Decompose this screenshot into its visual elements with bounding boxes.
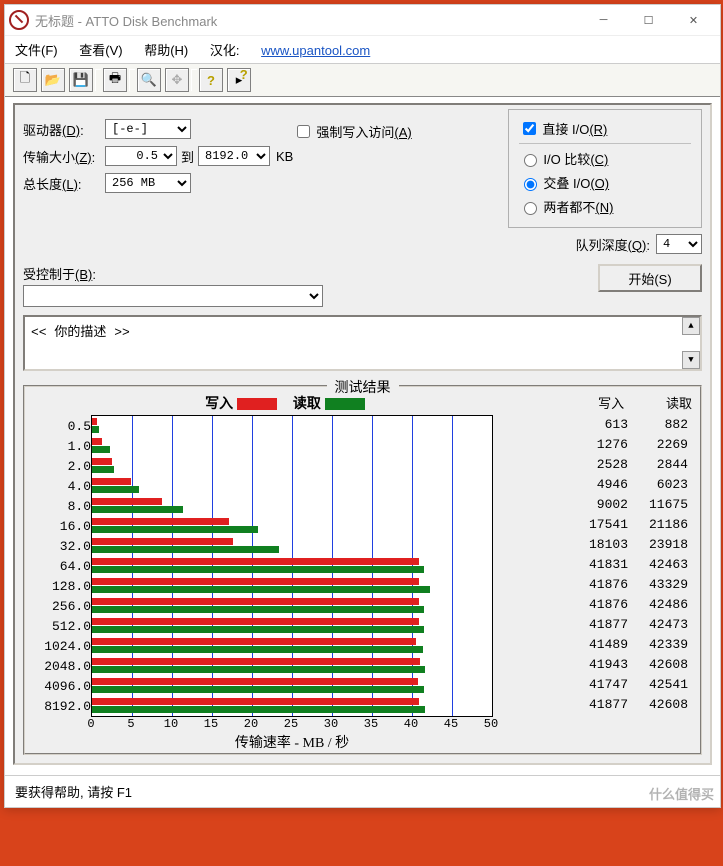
- menu-view[interactable]: 查看(V): [79, 43, 122, 58]
- menubar: 文件(F) 查看(V) 帮助(H) 汉化: www.upantool.com: [5, 36, 720, 63]
- table-row: [92, 576, 492, 596]
- chart-legend: 写入 读取: [87, 393, 487, 415]
- table-row: [92, 536, 492, 556]
- minimize-button[interactable]: ─: [581, 6, 626, 34]
- table-row: [92, 476, 492, 496]
- label-queue-depth: 队列深度(Q):: [576, 235, 650, 254]
- preview-icon[interactable]: 🔍: [137, 68, 161, 92]
- label-drive: 驱动器(D):: [23, 120, 105, 139]
- y-axis-labels: 0.51.02.04.08.016.032.064.0128.0256.0512…: [29, 415, 91, 747]
- queue-depth-select[interactable]: 4: [656, 234, 702, 254]
- label-hanhua: 汉化:: [210, 43, 240, 58]
- label-xfer: 传输大小(Z):: [23, 147, 105, 166]
- titlebar[interactable]: 无标题 - ATTO Disk Benchmark ─ ☐ ✕: [5, 5, 720, 36]
- write-swatch-icon: [237, 398, 277, 410]
- table-row: [92, 596, 492, 616]
- label-kb: KB: [276, 149, 293, 164]
- radio-neither[interactable]: 两者都不(N): [519, 197, 691, 216]
- close-button[interactable]: ✕: [671, 6, 716, 34]
- direct-io-checkbox[interactable]: 直接 I/O(R): [519, 119, 691, 138]
- help-icon[interactable]: ?: [199, 68, 223, 92]
- app-icon: [9, 10, 29, 30]
- force-write-checkbox[interactable]: 强制写入访问(A): [293, 122, 508, 141]
- scroll-down-icon[interactable]: ▼: [682, 351, 700, 369]
- label-to: 到: [181, 147, 194, 166]
- results-numbers: 6138821276226925282844494660239002116751…: [572, 415, 696, 747]
- menu-file[interactable]: 文件(F): [15, 43, 58, 58]
- description-box[interactable]: << 你的描述 >> ▲ ▼: [23, 315, 702, 371]
- radio-overlap-io[interactable]: 交叠 I/O(O): [519, 173, 691, 192]
- xfer-from-select[interactable]: 0.5: [105, 146, 177, 166]
- maximize-button[interactable]: ☐: [626, 6, 671, 34]
- length-select[interactable]: 256 MB: [105, 173, 191, 193]
- move-icon[interactable]: ✥: [165, 68, 189, 92]
- results-panel: 测试结果 写入 读取 写入 读取 0.51.02.04.08.016.032.0…: [23, 385, 702, 755]
- table-row: [92, 676, 492, 696]
- x-axis: 传输速率 - MB / 秒 05101520253035404550: [91, 717, 493, 747]
- print-icon[interactable]: 🖶: [103, 68, 127, 92]
- open-icon[interactable]: 📂: [41, 68, 65, 92]
- table-row: [92, 656, 492, 676]
- table-row: [92, 436, 492, 456]
- controlled-by-select[interactable]: [23, 285, 323, 307]
- header-write: 写入: [574, 393, 624, 412]
- header-read: 读取: [632, 393, 692, 412]
- config-panel: 驱动器(D): [-e-] 传输大小(Z): 0.5 到 8192.0 KB 总…: [13, 103, 712, 765]
- read-swatch-icon: [325, 398, 365, 410]
- label-controlled-by: 受控制于(B):: [23, 264, 323, 283]
- label-length: 总长度(L):: [23, 174, 105, 193]
- table-row: [92, 616, 492, 636]
- drive-select[interactable]: [-e-]: [105, 119, 191, 139]
- menu-help[interactable]: 帮助(H): [144, 43, 188, 58]
- bar-chart: [91, 415, 493, 717]
- whatsthis-icon[interactable]: ▸?: [227, 68, 251, 92]
- statusbar: 要获得帮助, 请按 F1: [5, 775, 720, 807]
- table-row: [92, 496, 492, 516]
- start-button[interactable]: 开始(S): [598, 264, 702, 292]
- toolbar: 🗋 📂 💾 🖶 🔍 ✥ ? ▸?: [5, 63, 720, 97]
- table-row: [92, 556, 492, 576]
- radio-io-compare[interactable]: I/O 比较(C): [519, 149, 691, 168]
- table-row: [92, 456, 492, 476]
- table-row: [92, 696, 492, 716]
- link-upantool[interactable]: www.upantool.com: [261, 43, 370, 58]
- xfer-to-select[interactable]: 8192.0: [198, 146, 270, 166]
- window-title: 无标题 - ATTO Disk Benchmark: [35, 11, 581, 30]
- io-mode-group: 直接 I/O(R) I/O 比较(C) 交叠 I/O(O) 两者都不(N): [508, 109, 702, 228]
- scroll-up-icon[interactable]: ▲: [682, 317, 700, 335]
- table-row: [92, 416, 492, 436]
- table-row: [92, 636, 492, 656]
- save-icon[interactable]: 💾: [69, 68, 93, 92]
- app-window: 无标题 - ATTO Disk Benchmark ─ ☐ ✕ 文件(F) 查看…: [4, 4, 721, 808]
- new-icon[interactable]: 🗋: [13, 68, 37, 92]
- results-title: 测试结果: [327, 379, 399, 395]
- table-row: [92, 516, 492, 536]
